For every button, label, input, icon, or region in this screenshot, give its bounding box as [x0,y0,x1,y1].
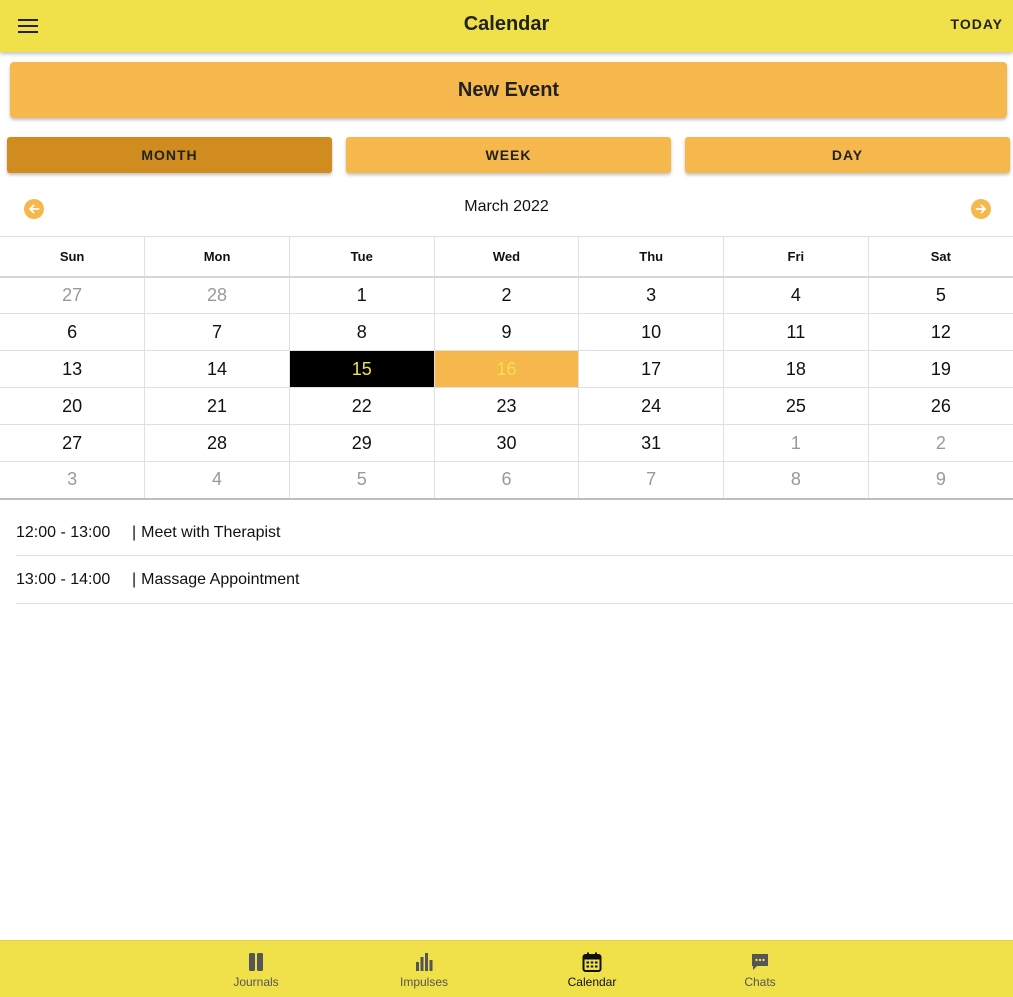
day-cell[interactable]: 26 [867,387,1013,425]
day-cell[interactable]: 3 [578,276,725,314]
event-title: Meet with Therapist [141,523,281,541]
event-item[interactable]: 12:00 - 13:00 | Meet with Therapist [16,510,1013,556]
weekday-header: Wed [433,236,580,278]
today-button[interactable]: TODAY [951,16,1003,32]
month-title: March 2022 [464,198,549,215]
day-cell[interactable]: 12 [867,313,1013,351]
event-item[interactable]: 13:00 - 14:00 | Massage Appointment [16,556,1013,604]
day-view-button[interactable]: DAY [685,137,1010,173]
day-cell[interactable]: 1 [723,424,869,462]
day-cell[interactable]: 11 [723,313,869,351]
day-cell[interactable]: 2 [433,276,580,314]
nav-label: Journals [233,975,279,989]
day-cell[interactable]: 8 [288,313,435,351]
weekday-header: Sun [0,236,146,278]
day-cell[interactable]: 18 [723,350,869,388]
day-cell[interactable]: 29 [288,424,435,462]
day-cell[interactable]: 9 [433,313,580,351]
event-separator: | [132,570,137,588]
weekday-header: Thu [578,236,725,278]
week-view-button[interactable]: WEEK [346,137,671,173]
day-cell[interactable]: 10 [578,313,725,351]
app-bar: Calendar TODAY [0,0,1013,52]
day-cell[interactable]: 3 [0,461,146,500]
week-row: 27 28 1 2 3 4 5 [0,276,1013,314]
day-cell[interactable]: 28 [144,276,290,314]
week-row: 3 4 5 6 7 8 9 [0,461,1013,500]
day-cell[interactable]: 6 [433,461,580,500]
day-cell[interactable]: 8 [723,461,869,500]
day-cell[interactable]: 2 [867,424,1013,462]
weekday-header: Sat [867,236,1013,278]
day-cell[interactable]: 5 [867,276,1013,314]
today-day-cell[interactable]: 16 [433,350,580,388]
arrow-right-icon[interactable] [971,199,991,219]
day-cell[interactable]: 23 [433,387,580,425]
day-cell[interactable]: 31 [578,424,725,462]
nav-item-impulses[interactable]: Impulses [369,941,479,997]
day-cell[interactable]: 25 [723,387,869,425]
nav-item-journals[interactable]: Journals [201,941,311,997]
week-row: 27 28 29 30 31 1 2 [0,424,1013,462]
event-list: 12:00 - 13:00 | Meet with Therapist 13:0… [16,510,1013,604]
bottom-navigation: Journals Impulses Calendar Chats [0,940,1013,997]
week-row: 20 21 22 23 24 25 26 [0,387,1013,425]
day-cell[interactable]: 9 [867,461,1013,500]
event-time: 12:00 - 13:00 [16,523,111,541]
weekday-header: Mon [144,236,290,278]
nav-label: Impulses [399,975,449,989]
new-event-button[interactable]: New Event [10,62,1007,118]
day-cell[interactable]: 22 [288,387,435,425]
chat-icon [750,952,770,972]
day-cell[interactable]: 4 [144,461,290,500]
event-title: Massage Appointment [141,570,300,588]
day-cell[interactable]: 7 [144,313,290,351]
day-cell[interactable]: 27 [0,276,146,314]
weekday-header-row: Sun Mon Tue Wed Thu Fri Sat [0,236,1013,278]
selected-day-cell[interactable]: 15 [288,350,435,388]
day-cell[interactable]: 7 [578,461,725,500]
weekday-header: Fri [723,236,869,278]
day-cell[interactable]: 6 [0,313,146,351]
weekday-header: Tue [288,236,435,278]
calendar-icon [582,952,602,972]
nav-item-calendar[interactable]: Calendar [537,941,647,997]
month-view-button[interactable]: MONTH [7,137,332,173]
day-cell[interactable]: 17 [578,350,725,388]
day-cell[interactable]: 24 [578,387,725,425]
nav-label: Chats [744,975,776,989]
event-time: 13:00 - 14:00 [16,570,111,588]
day-cell[interactable]: 4 [723,276,869,314]
day-cell[interactable]: 1 [288,276,435,314]
nav-item-chats[interactable]: Chats [705,941,815,997]
week-row: 6 7 8 9 10 11 12 [0,313,1013,351]
nav-label: Calendar [567,975,617,989]
bar-chart-icon [414,952,434,972]
day-cell[interactable]: 28 [144,424,290,462]
day-cell[interactable]: 30 [433,424,580,462]
day-cell[interactable]: 21 [144,387,290,425]
book-icon [247,952,265,972]
day-cell[interactable]: 19 [867,350,1013,388]
day-cell[interactable]: 20 [0,387,146,425]
day-cell[interactable]: 14 [144,350,290,388]
page-title: Calendar [463,13,550,35]
day-cell[interactable]: 13 [0,350,146,388]
month-calendar: Sun Mon Tue Wed Thu Fri Sat 27 28 1 2 3 … [0,236,1013,500]
event-separator: | [132,523,137,541]
week-row: 13 14 15 16 17 18 19 [0,350,1013,388]
day-cell[interactable]: 27 [0,424,146,462]
day-cell[interactable]: 5 [288,461,435,500]
